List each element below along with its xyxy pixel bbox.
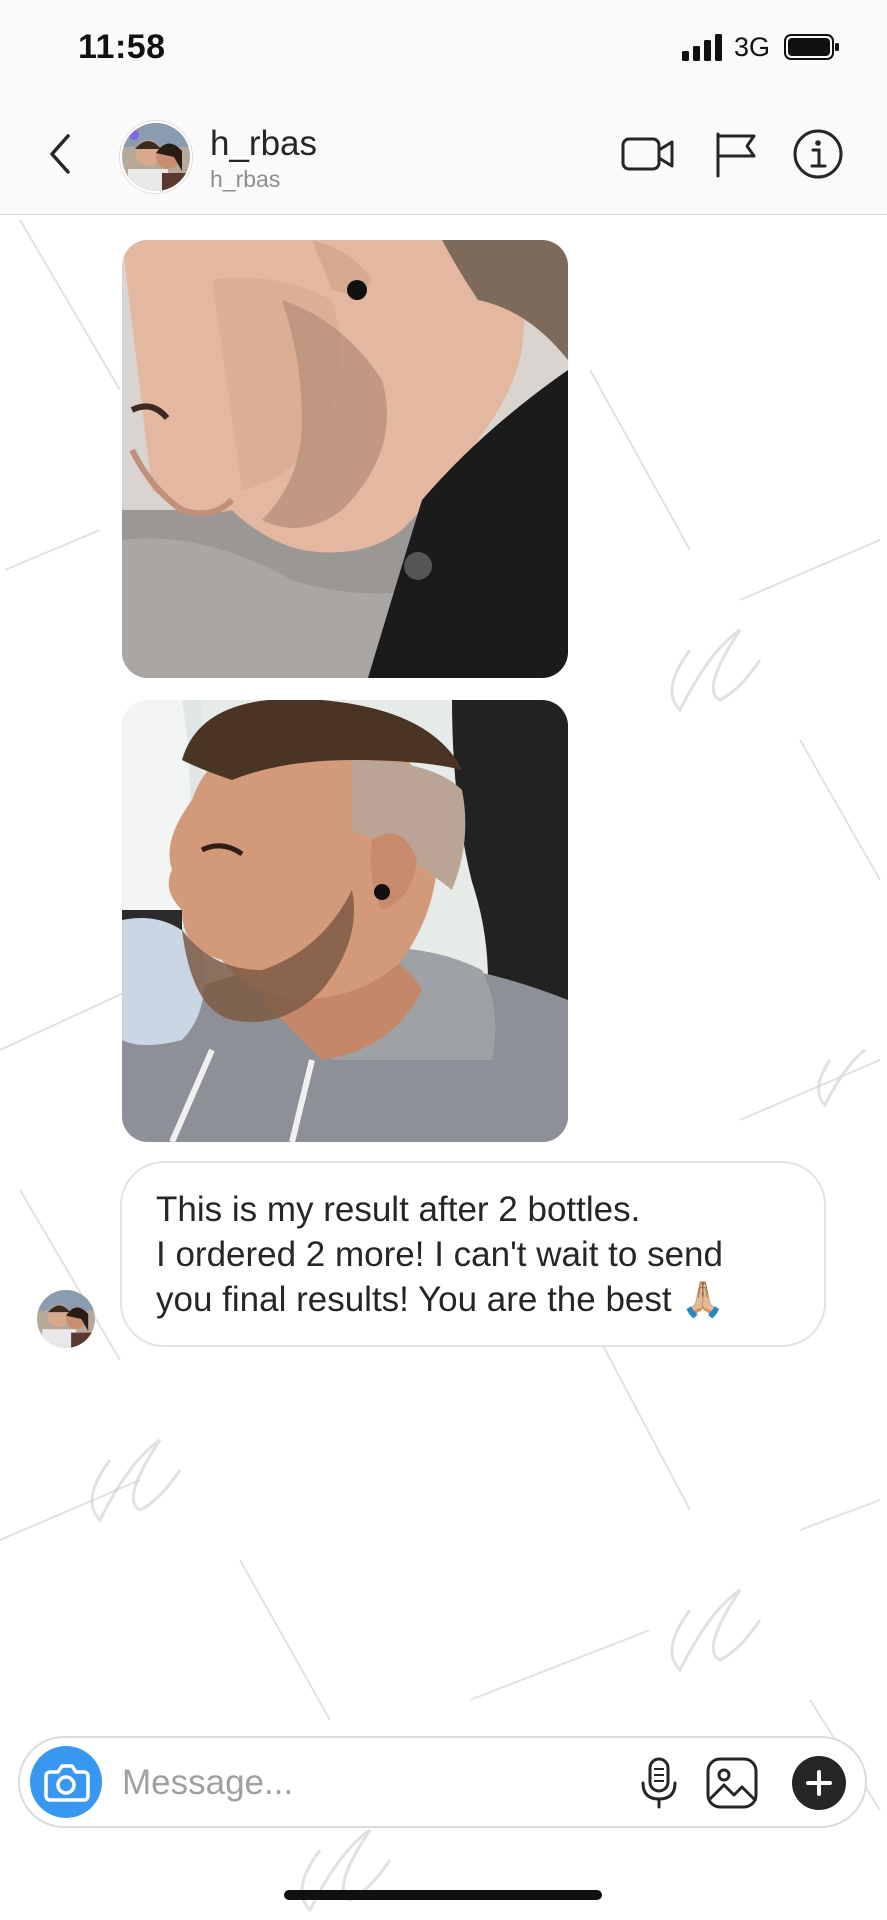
avatar[interactable] xyxy=(120,121,192,193)
signal-strength-icon xyxy=(682,34,722,61)
message-text-line: This is my result after 2 bottles. xyxy=(156,1190,641,1229)
home-indicator[interactable] xyxy=(284,1890,602,1900)
message-text-line: you final results! You are the best 🙏🏼 xyxy=(156,1280,725,1319)
battery-icon xyxy=(784,34,839,60)
avatar-photo xyxy=(37,1290,95,1348)
info-icon[interactable] xyxy=(790,126,846,182)
photo-after-image xyxy=(122,700,568,1142)
sender-avatar[interactable] xyxy=(37,1290,95,1348)
add-button[interactable] xyxy=(792,1756,846,1810)
back-chevron-icon[interactable] xyxy=(42,128,82,180)
avatar-photo xyxy=(122,123,190,191)
photo-before-image xyxy=(122,240,568,678)
video-call-icon[interactable] xyxy=(620,126,676,182)
thread-header: h_rbas h_rbas xyxy=(0,96,887,215)
message-composer xyxy=(18,1736,867,1828)
camera-icon xyxy=(44,1764,90,1802)
message-bubble[interactable]: This is my result after 2 bottles. I ord… xyxy=(120,1161,826,1347)
flag-icon[interactable] xyxy=(708,126,764,182)
gallery-icon[interactable] xyxy=(704,1755,760,1811)
photo-message[interactable] xyxy=(122,700,568,1142)
network-type: 3G xyxy=(734,32,771,62)
thread-subtitle: h_rbas xyxy=(210,166,281,192)
microphone-icon[interactable] xyxy=(632,1755,686,1811)
status-time: 11:58 xyxy=(78,28,166,66)
photo-message[interactable] xyxy=(122,240,568,678)
message-text-line: I ordered 2 more! I can't wait to send xyxy=(156,1235,723,1274)
plus-icon xyxy=(806,1770,832,1796)
message-input[interactable] xyxy=(120,1756,624,1810)
status-bar: 11:58 3G xyxy=(0,0,887,96)
thread-username[interactable]: h_rbas xyxy=(210,124,317,164)
camera-button[interactable] xyxy=(30,1746,102,1818)
